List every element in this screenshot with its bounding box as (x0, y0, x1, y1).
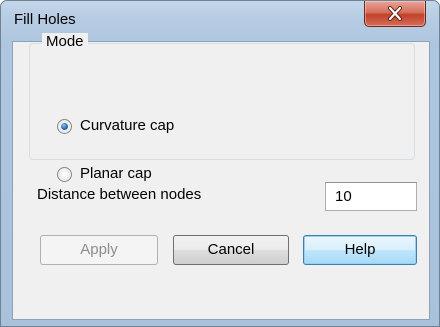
window-title: Fill Holes (14, 11, 76, 28)
cancel-button[interactable]: Cancel (173, 235, 289, 265)
distance-label: Distance between nodes (37, 186, 202, 203)
apply-button[interactable]: Apply (40, 235, 158, 265)
mode-groupbox (29, 43, 415, 160)
radio-selected-dot (61, 123, 68, 130)
curvature-cap-radio[interactable] (57, 119, 72, 134)
planar-cap-label[interactable]: Planar cap (80, 165, 152, 182)
curvature-cap-label[interactable]: Curvature cap (80, 117, 174, 134)
planar-cap-radio[interactable] (57, 167, 72, 182)
mode-group-title: Mode (42, 33, 88, 50)
distance-input[interactable]: 10 (325, 182, 417, 211)
close-x-icon (388, 6, 402, 21)
close-button[interactable] (364, 1, 426, 27)
help-button[interactable]: Help (303, 235, 417, 265)
